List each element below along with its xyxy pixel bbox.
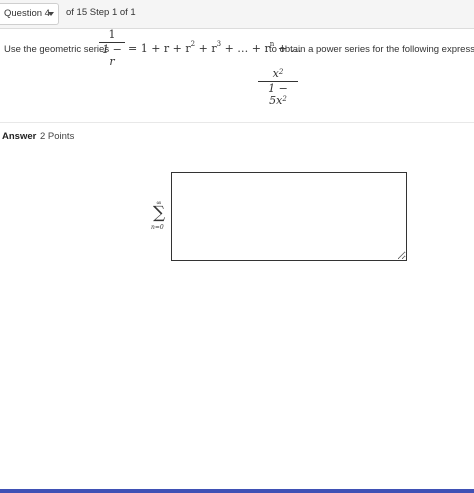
sum-lower-limit: n=0 bbox=[151, 224, 164, 231]
summation-sign: ∞ ∑ n=0 bbox=[150, 199, 172, 232]
top-toolbar: Question 4 of 15 Step 1 of 1 bbox=[0, 0, 474, 29]
expr-num-exp: 2 bbox=[278, 68, 284, 76]
expression-denominator: 1 − 5x2 bbox=[258, 83, 298, 107]
answer-label: Answer bbox=[2, 131, 37, 142]
answer-input[interactable] bbox=[171, 172, 407, 261]
series-tail: + … + r bbox=[224, 42, 270, 55]
sigma-icon: ∑ bbox=[153, 203, 166, 223]
expr-num-text: x bbox=[272, 67, 279, 80]
geometric-numerator: 1 bbox=[108, 28, 116, 41]
question-dropdown-label: Question 4 bbox=[4, 8, 50, 19]
geometric-fraction: 1 1 − r bbox=[99, 29, 125, 68]
chevron-down-icon bbox=[48, 12, 54, 16]
step-indicator: of 15 Step 1 of 1 bbox=[66, 7, 136, 18]
geometric-denominator: 1 − r bbox=[102, 43, 122, 68]
prompt-tail: to obtain a power series for the followi… bbox=[269, 44, 474, 55]
prompt-lead: Use the geometric series bbox=[4, 44, 110, 55]
series-rhs: = 1 + r + r bbox=[128, 42, 191, 55]
exp-2: 2 bbox=[190, 40, 196, 48]
bottom-accent-bar bbox=[0, 489, 474, 493]
exp-3: 3 bbox=[216, 40, 222, 48]
target-expression: x2 1 − 5x2 bbox=[258, 68, 298, 107]
expression-numerator: x2 bbox=[258, 68, 298, 80]
series-more: + r bbox=[198, 42, 217, 55]
question-prompt: Use the geometric series 1 1 − r = 1 + r… bbox=[4, 29, 474, 68]
points-label: 2 Points bbox=[40, 131, 75, 142]
expr-den-exp: 2 bbox=[282, 95, 287, 103]
question-dropdown[interactable]: Question 4 bbox=[0, 3, 59, 25]
section-divider bbox=[0, 122, 474, 123]
